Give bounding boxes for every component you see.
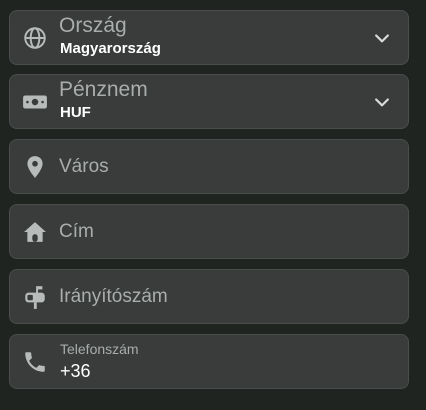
- phone-value: +36: [60, 361, 91, 381]
- city-placeholder: Város: [59, 155, 109, 177]
- mailbox-icon: [22, 284, 48, 310]
- globe-icon: [22, 25, 48, 51]
- chevron-down-icon[interactable]: [372, 92, 392, 112]
- home-icon: [22, 219, 48, 245]
- country-value: Magyarország: [60, 40, 161, 57]
- currency-label: Pénznem: [59, 78, 148, 101]
- currency-select[interactable]: Pénznem HUF: [9, 74, 409, 129]
- phone-field[interactable]: Telefonszám +36: [9, 334, 409, 389]
- city-field[interactable]: Város: [9, 139, 409, 194]
- address-field[interactable]: Cím: [9, 204, 409, 259]
- phone-label: Telefonszám: [60, 341, 139, 357]
- map-pin-icon: [22, 154, 48, 180]
- zip-field[interactable]: Irányítószám: [9, 269, 409, 324]
- banknote-icon: [22, 89, 48, 115]
- currency-value: HUF: [60, 104, 91, 121]
- address-form: Ország Magyarország Pénznem HUF Város Cí…: [0, 0, 426, 410]
- country-select[interactable]: Ország Magyarország: [9, 10, 409, 65]
- address-placeholder: Cím: [59, 220, 94, 242]
- phone-icon: [22, 349, 48, 375]
- country-label: Ország: [59, 14, 127, 37]
- zip-placeholder: Irányítószám: [59, 285, 168, 307]
- chevron-down-icon[interactable]: [372, 28, 392, 48]
